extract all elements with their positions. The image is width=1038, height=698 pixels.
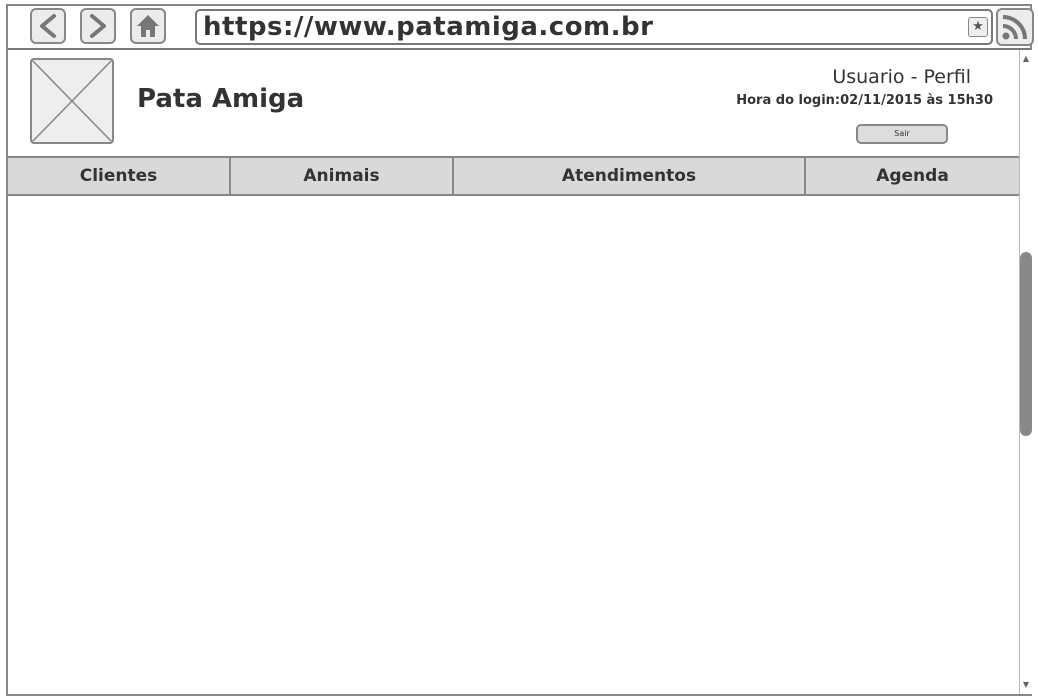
- image-placeholder-icon: [32, 60, 112, 142]
- star-icon[interactable]: ★: [968, 17, 988, 37]
- logo-image-placeholder: [30, 58, 114, 144]
- home-button[interactable]: [130, 8, 166, 44]
- tab-agenda[interactable]: Agenda: [806, 158, 1019, 194]
- address-bar[interactable]: https://www.patamiga.com.br ★: [195, 9, 993, 45]
- browser-window: https://www.patamiga.com.br ★ Pata Amiga…: [6, 4, 1034, 696]
- login-time-label: Hora do login:02/11/2015 às 15h30: [736, 93, 993, 108]
- forward-button[interactable]: [80, 8, 116, 44]
- page-content: Pata Amiga Usuario - Perfil Hora do logi…: [8, 50, 1019, 694]
- url-text: https://www.patamiga.com.br: [203, 12, 654, 42]
- user-profile-label: Usuario - Perfil: [832, 66, 971, 88]
- tab-atendimentos[interactable]: Atendimentos: [454, 158, 806, 194]
- chevron-right-icon: [90, 14, 106, 38]
- main-nav: Clientes Animais Atendimentos Agenda: [8, 156, 1019, 196]
- rss-icon: [1002, 15, 1027, 40]
- scroll-thumb[interactable]: [1020, 252, 1032, 436]
- browser-toolbar: https://www.patamiga.com.br ★: [8, 6, 1034, 50]
- content-area: [8, 196, 1019, 694]
- back-button[interactable]: [30, 8, 66, 44]
- chevron-left-icon: [40, 14, 56, 38]
- logout-button[interactable]: Sair: [856, 124, 948, 144]
- scroll-up-icon[interactable]: ▲: [1020, 52, 1032, 66]
- site-title: Pata Amiga: [137, 84, 305, 114]
- scroll-down-icon[interactable]: ▼: [1020, 678, 1032, 692]
- tab-clientes[interactable]: Clientes: [8, 158, 231, 194]
- home-icon: [137, 15, 159, 37]
- tab-animais[interactable]: Animais: [231, 158, 454, 194]
- rss-button[interactable]: [996, 8, 1034, 46]
- vertical-scrollbar[interactable]: ▲ ▼: [1019, 50, 1032, 694]
